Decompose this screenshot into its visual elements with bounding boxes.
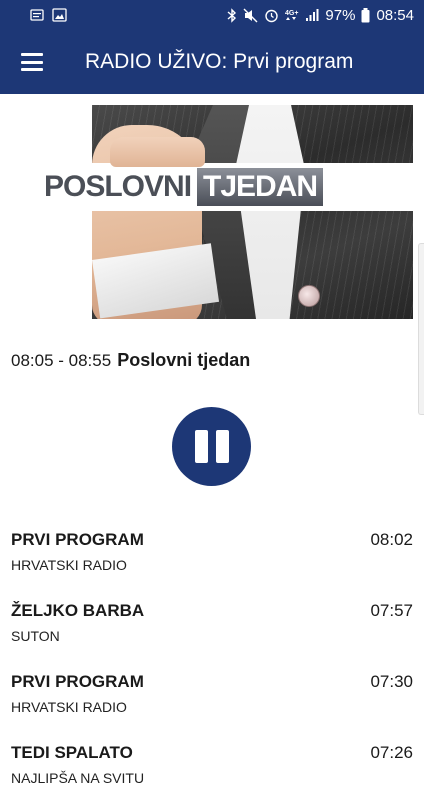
hamburger-icon <box>21 53 43 71</box>
track-artist: HRVATSKI RADIO <box>11 557 127 573</box>
battery-percent: 97% <box>325 6 356 24</box>
mute-icon <box>243 8 258 23</box>
battery-icon <box>361 7 370 23</box>
now-playing-info: 08:05 - 08:55 Poslovni tjedan <box>11 350 413 371</box>
track-time: 07:30 <box>370 672 413 691</box>
tv-schedule-icon <box>30 8 44 22</box>
list-item[interactable]: PRVI PROGRAM HRVATSKI RADIO 08:02 <box>0 528 424 599</box>
alarm-icon <box>264 8 279 23</box>
track-artist: NAJLIPŠA NA SVITU <box>11 770 145 786</box>
pause-icon-bar <box>215 430 229 463</box>
clock: 08:54 <box>376 6 414 24</box>
status-right: 4G+ 97% 08:54 <box>227 7 414 24</box>
svg-text:4G+: 4G+ <box>285 10 298 17</box>
track-time: 07:57 <box>370 601 413 620</box>
app-bar: RADIO UŽIVO: Prvi program <box>0 30 424 94</box>
track-time: 07:26 <box>370 743 413 762</box>
banner-thumb <box>110 137 205 167</box>
pause-button[interactable] <box>172 407 251 486</box>
banner-logo: POSLOVNI TJEDAN <box>44 167 324 207</box>
track-title: ŽELJKO BARBA <box>11 601 145 620</box>
track-title: PRVI PROGRAM <box>11 530 144 549</box>
bluetooth-icon <box>227 7 237 23</box>
banner-logo-word2: TJEDAN <box>197 168 324 206</box>
playlist: PRVI PROGRAM HRVATSKI RADIO 08:02 ŽELJKO… <box>0 528 424 800</box>
show-banner-image: POSLOVNI TJEDAN <box>10 105 413 319</box>
scroll-indicator[interactable] <box>418 243 424 415</box>
track-artist: HRVATSKI RADIO <box>11 699 127 715</box>
4g-network-icon: 4G+ <box>285 8 299 23</box>
banner-logo-word1: POSLOVNI <box>44 170 192 203</box>
track-time: 08:02 <box>370 530 413 549</box>
track-title: PRVI PROGRAM <box>11 672 144 691</box>
status-bar: 4G+ 97% 08:54 <box>0 0 424 30</box>
status-left <box>30 8 67 22</box>
track-artist: SUTON <box>11 628 60 644</box>
menu-button[interactable] <box>0 30 64 94</box>
banner-jacket-button <box>298 285 320 307</box>
list-item[interactable]: TEDI SPALATO NAJLIPŠA NA SVITU 07:26 <box>0 741 424 800</box>
image-icon <box>52 8 67 22</box>
signal-icon <box>305 8 319 22</box>
list-item[interactable]: PRVI PROGRAM HRVATSKI RADIO 07:30 <box>0 670 424 741</box>
show-time-range: 08:05 - 08:55 <box>11 351 112 370</box>
show-name: Poslovni tjedan <box>117 350 251 370</box>
page-title: RADIO UŽIVO: Prvi program <box>85 50 354 73</box>
track-title: TEDI SPALATO <box>11 743 133 762</box>
list-item[interactable]: ŽELJKO BARBA SUTON 07:57 <box>0 599 424 670</box>
pause-icon <box>194 430 208 463</box>
